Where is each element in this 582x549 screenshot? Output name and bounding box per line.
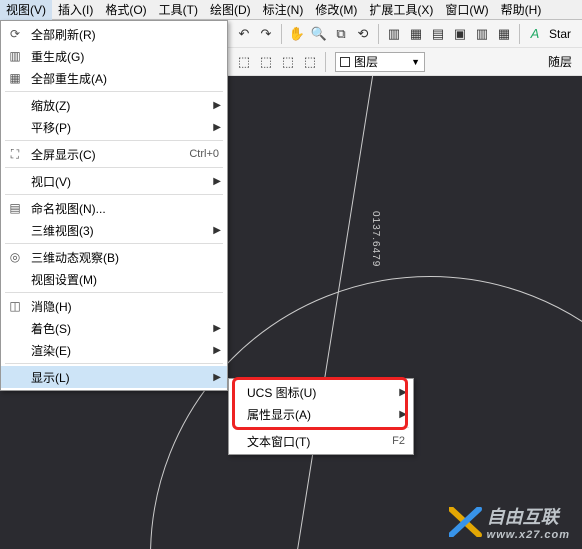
named-views-icon: ▤ — [5, 199, 25, 217]
orbit-icon: ◎ — [5, 248, 25, 266]
menu-pan[interactable]: 平移(P) ▶ — [1, 116, 227, 138]
menu-dimension[interactable]: 标注(N) — [257, 0, 310, 20]
menu-named-views[interactable]: ▤ 命名视图(N)... — [1, 197, 227, 219]
props-icon[interactable]: ▥ — [384, 24, 404, 44]
menu-display[interactable]: 显示(L) ▶ — [1, 366, 227, 388]
zoom-realtime-icon[interactable]: 🔍 — [309, 24, 329, 44]
watermark-title: 自由互联 — [487, 507, 559, 527]
menu-window[interactable]: 窗口(W) — [439, 0, 494, 20]
separator — [233, 427, 409, 428]
separator — [325, 52, 326, 72]
zoom-window-icon[interactable]: ⧉ — [331, 24, 351, 44]
chevron-right-icon: ▶ — [213, 345, 221, 356]
block-icon[interactable]: ▣ — [450, 24, 470, 44]
chevron-right-icon: ▶ — [213, 225, 221, 236]
menu-3d-orbit[interactable]: ◎ 三维动态观察(B) — [1, 246, 227, 268]
menu-fullscreen[interactable]: ⛶ 全屏显示(C) Ctrl+0 — [1, 143, 227, 165]
layer-label: 图层 — [354, 53, 378, 70]
dimension-text: 0137.6479 — [370, 211, 381, 267]
chevron-right-icon: ▶ — [213, 372, 221, 383]
submenu-text-window[interactable]: 文本窗口(T) F2 — [229, 430, 413, 452]
bylayer-label: 随层 — [548, 53, 572, 70]
watermark-logo-icon — [449, 507, 483, 537]
menu-zoom[interactable]: 缩放(Z) ▶ — [1, 94, 227, 116]
menubar: 视图(V) 插入(I) 格式(O) 工具(T) 绘图(D) 标注(N) 修改(M… — [0, 0, 582, 20]
menu-view[interactable]: 视图(V) — [0, 0, 52, 20]
separator — [519, 24, 520, 44]
menu-viewport[interactable]: 视口(V) ▶ — [1, 170, 227, 192]
menu-modify[interactable]: 修改(M) — [309, 0, 363, 20]
watermark: 自由互联 www.x27.com — [449, 503, 570, 541]
submenu-attr-display[interactable]: 属性显示(A) ▶ — [229, 403, 413, 425]
zoom-prev-icon[interactable]: ⟲ — [353, 24, 373, 44]
layer-1-icon[interactable]: ⬚ — [234, 52, 254, 72]
display-submenu: UCS 图标(U) ▶ 属性显示(A) ▶ 文本窗口(T) F2 — [228, 378, 414, 455]
separator — [378, 24, 379, 44]
layer-dropdown[interactable]: 图层 ▼ — [335, 52, 425, 72]
layer-4-icon[interactable]: ⬚ — [300, 52, 320, 72]
separator — [5, 243, 223, 244]
menu-regen-all[interactable]: ▦ 全部重生成(A) — [1, 67, 227, 89]
text-style-icon[interactable]: A — [525, 24, 545, 44]
fullscreen-icon: ⛶ — [5, 145, 25, 163]
menu-view-settings[interactable]: 视图设置(M) — [1, 268, 227, 290]
separator — [5, 91, 223, 92]
regen-all-icon: ▦ — [5, 69, 25, 87]
chevron-right-icon: ▶ — [213, 122, 221, 133]
menu-tools[interactable]: 工具(T) — [153, 0, 204, 20]
shortcut: Ctrl+0 — [189, 148, 219, 160]
separator — [281, 24, 282, 44]
pan-hand-icon[interactable]: ✋ — [287, 24, 307, 44]
hide-icon: ◫ — [5, 297, 25, 315]
menu-render[interactable]: 渲染(E) ▶ — [1, 339, 227, 361]
menu-draw[interactable]: 绘图(D) — [204, 0, 257, 20]
shortcut: F2 — [392, 435, 405, 447]
menu-regen[interactable]: ▥ 重生成(G) — [1, 45, 227, 67]
separator — [5, 194, 223, 195]
refresh-icon: ⟳ — [5, 25, 25, 43]
separator — [5, 363, 223, 364]
layer-2-icon[interactable]: ⬚ — [256, 52, 276, 72]
menu-refresh-all[interactable]: ⟳ 全部刷新(R) — [1, 23, 227, 45]
layer-3-icon[interactable]: ⬚ — [278, 52, 298, 72]
table-icon[interactable]: ▦ — [406, 24, 426, 44]
menu-help[interactable]: 帮助(H) — [495, 0, 548, 20]
view-dropdown: ⟳ 全部刷新(R) ▥ 重生成(G) ▦ 全部重生成(A) 缩放(Z) ▶ 平移… — [0, 20, 228, 391]
separator — [5, 167, 223, 168]
menu-format[interactable]: 格式(O) — [99, 0, 152, 20]
chevron-right-icon: ▶ — [399, 409, 407, 420]
chevron-right-icon: ▶ — [213, 100, 221, 111]
redo-icon[interactable]: ↷ — [256, 24, 276, 44]
menu-shade[interactable]: 着色(S) ▶ — [1, 317, 227, 339]
font-label: Star — [549, 27, 571, 41]
calc-icon[interactable]: ▦ — [494, 24, 514, 44]
separator — [5, 140, 223, 141]
menu-hide[interactable]: ◫ 消隐(H) — [1, 295, 227, 317]
submenu-ucs-icon[interactable]: UCS 图标(U) ▶ — [229, 381, 413, 403]
menu-ext-tools[interactable]: 扩展工具(X) — [363, 0, 439, 20]
paste-icon[interactable]: ▥ — [472, 24, 492, 44]
chevron-down-icon: ▼ — [411, 57, 420, 67]
undo-icon[interactable]: ↶ — [234, 24, 254, 44]
menu-3d-view[interactable]: 三维视图(3) ▶ — [1, 219, 227, 241]
chevron-right-icon: ▶ — [399, 387, 407, 398]
separator — [5, 292, 223, 293]
sheet-icon[interactable]: ▤ — [428, 24, 448, 44]
chevron-right-icon: ▶ — [213, 323, 221, 334]
chevron-right-icon: ▶ — [213, 176, 221, 187]
regen-icon: ▥ — [5, 47, 25, 65]
menu-insert[interactable]: 插入(I) — [52, 0, 99, 20]
watermark-sub: www.x27.com — [487, 529, 570, 541]
layer-color-swatch — [340, 57, 350, 67]
